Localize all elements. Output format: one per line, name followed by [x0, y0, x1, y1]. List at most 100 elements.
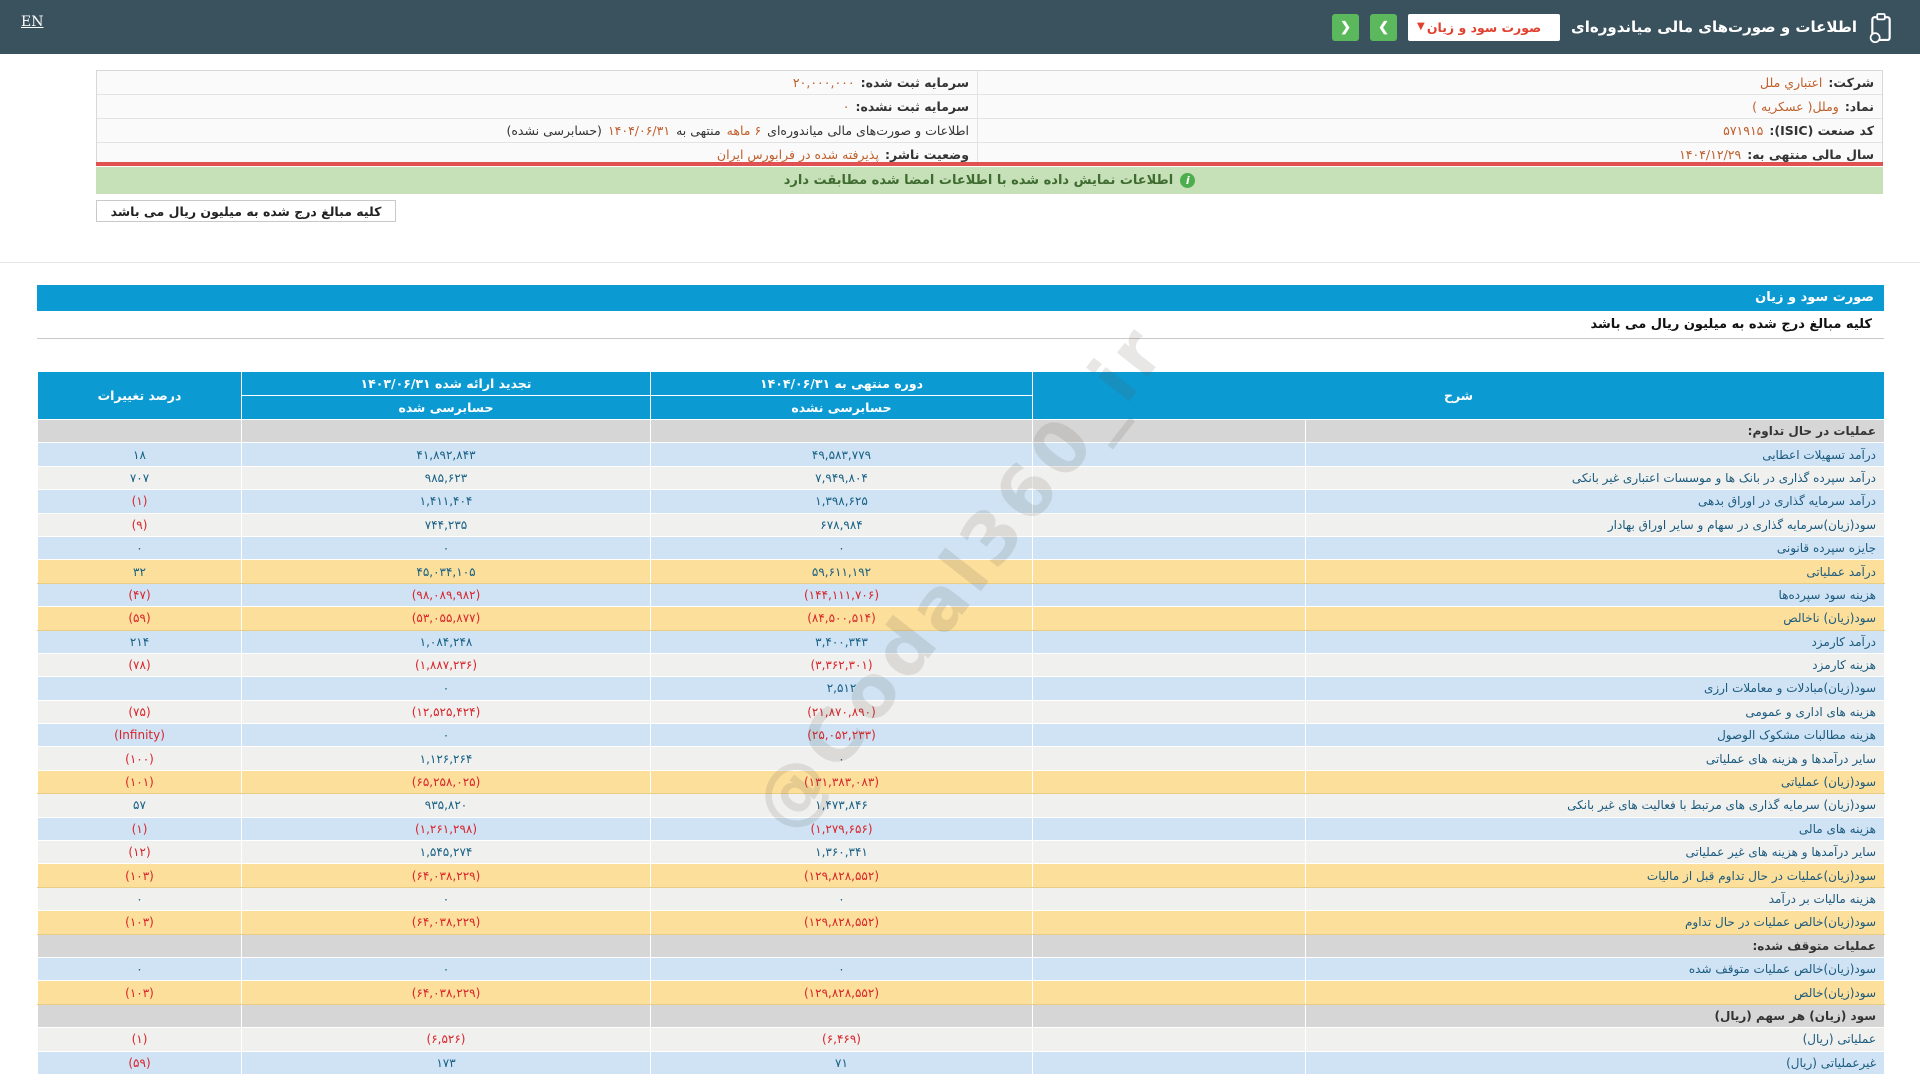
current-period-value-cell: ۱,۳۹۸,۶۲۵: [650, 489, 1033, 514]
current-period-value-cell: (۱,۲۷۹,۶۵۶): [650, 816, 1033, 842]
current-period-value-cell: (۱۲۹,۸۲۸,۵۵۲): [650, 910, 1033, 935]
change-percent-value-cell: ۰: [37, 886, 242, 912]
column-header-restated: تجدید ارائه شده ۱۴۰۳/۰۶/۳۱: [241, 371, 651, 396]
table-row: هزینه مطالبات مشکوک الوصول (۲۵,۰۵۲,۲۳۳) ۰(…: [37, 723, 1886, 748]
info-row-isic: کد صنعت (ISIC): ۵۷۱۹۱۵ اطلاعات و صورت‌ها…: [97, 119, 1882, 143]
restated-value-cell: ۰: [241, 676, 651, 701]
report-period-date: ۱۴۰۴/۰۶/۳۱: [607, 123, 671, 138]
table-row: هزینه های اداری و عمومی (۲۱,۸۷۰,۸۹۰) (۱۲,۵…: [37, 699, 1886, 725]
spacer-cell: [1031, 559, 1307, 584]
registered-capital-label: سرمایه ثبت شده:: [860, 75, 969, 90]
symbol-cell: نماد: وملل( عسکریه ): [977, 95, 1882, 118]
report-period-cell: اطلاعات و صورت‌های مالی میاندوره‌ای ۶ ما…: [97, 119, 977, 142]
table-row: درآمد سرمایه گذاری در اوراق بدهی ۱,۳۹۸,۶۲…: [37, 489, 1886, 514]
restated-value-cell: ۰: [241, 535, 651, 561]
restated-value-cell: ۷۴۴,۲۳۵: [241, 512, 651, 537]
table-row: سود(زیان)مبادلات و معاملات ارزی ۲,۵۱۲ ۰: [37, 676, 1886, 701]
restated-value-cell: ۴۵,۰۳۴,۱۰۵: [241, 559, 651, 584]
section-row: عملیات در حال تداوم:: [37, 418, 1886, 444]
spacer-cell: [1031, 676, 1307, 701]
company-name-cell: شرکت: اعتباري ملل: [977, 71, 1882, 94]
isic-cell: کد صنعت (ISIC): ۵۷۱۹۱۵: [977, 119, 1882, 142]
row-label: درآمد سپرده گذاری در بانک ها و موسسات اع…: [1305, 465, 1886, 491]
table-row: سایر درآمدها و هزینه های عملیاتی ۰ ۱,۱۲۶,۲…: [37, 746, 1886, 771]
table-header: شرح دوره منتهی به ۱۴۰۴/۰۶/۳۱ تجدید ارائه…: [37, 371, 1886, 420]
restated-value-cell: ۱۷۳: [241, 1050, 651, 1075]
current-period-value-cell: ۰: [650, 746, 1033, 771]
current-period-value-cell: (۸۴,۵۰۰,۵۱۴): [650, 606, 1033, 631]
current-period-value-cell: (۱۳۱,۳۸۳,۰۸۳): [650, 769, 1033, 795]
change-percent-value-cell: ۷۰۷: [37, 465, 242, 491]
spacer-cell: [1031, 793, 1307, 818]
row-label: هزینه کارمزد: [1305, 652, 1886, 678]
row-label: هزینه مطالبات مشکوک الوصول: [1305, 723, 1886, 748]
spacer-cell: [1031, 746, 1307, 771]
language-toggle-en[interactable]: EN: [21, 14, 43, 30]
restated-value-cell: ۱,۰۸۴,۲۴۸: [241, 629, 651, 654]
change-percent-value-cell: ۰: [37, 956, 242, 982]
table-row: جایزه سپرده قانونی ۰ ۰ ۰: [37, 535, 1886, 561]
section-empty-cell: [241, 418, 651, 444]
section-empty-cell: [650, 1003, 1033, 1029]
change-percent-value-cell: (Infinity): [37, 723, 242, 748]
row-label: درآمد کارمزد: [1305, 629, 1886, 654]
restated-value-cell: (۶۵,۲۵۸,۰۲۵): [241, 769, 651, 795]
row-label: هزینه های مالی: [1305, 816, 1886, 842]
spacer-cell: [1031, 1027, 1307, 1052]
table-row: سود(زیان) سرمایه گذاری های مرتبط با فعال…: [37, 793, 1886, 818]
current-period-value-cell: (۶,۴۶۹): [650, 1027, 1033, 1052]
section-row: عملیات متوقف شده:: [37, 933, 1886, 958]
statement-type-select[interactable]: صورت سود و زیان ▼: [1408, 13, 1561, 41]
spacer-cell: [1031, 863, 1307, 888]
report-period-audit-status: (حسابرسی نشده): [506, 123, 602, 138]
table-row: سود(زیان)خالص عملیات در حال تداوم (۱۲۹,۸۲…: [37, 910, 1886, 935]
row-label: درآمد سرمایه گذاری در اوراق بدهی: [1305, 489, 1886, 514]
current-period-value-cell: (۱۲۹,۸۲۸,۵۵۲): [650, 980, 1033, 1005]
table-row: سود(زیان)سرمایه گذاری در سهام و سایر اور…: [37, 512, 1886, 537]
table-row: درآمد کارمزد ۳,۴۰۰,۳۴۳ ۱,۰۸۴,۲۴۸ ۲۱۴: [37, 629, 1886, 654]
spacer-cell: [1031, 699, 1307, 725]
income-statement-table: شرح دوره منتهی به ۱۴۰۴/۰۶/۳۱ تجدید ارائه…: [37, 371, 1886, 1075]
company-value: اعتباري ملل: [1760, 75, 1823, 90]
company-label: شرکت:: [1828, 75, 1874, 90]
change-percent-value-cell: (۱۰۱): [37, 769, 242, 795]
current-period-value-cell: ۳,۴۰۰,۳۴۳: [650, 629, 1033, 654]
spacer-cell: [1031, 816, 1307, 842]
current-period-value-cell: ۶۷۸,۹۸۴: [650, 512, 1033, 537]
change-percent-value-cell: (۵۹): [37, 1050, 242, 1075]
red-divider: [96, 162, 1883, 166]
row-label: درآمد عملیاتی: [1305, 559, 1886, 584]
spacer-cell: [1031, 535, 1307, 561]
restated-value-cell: ۹۸۵,۶۲۳: [241, 465, 651, 491]
section-empty-cell: [1031, 933, 1307, 958]
row-label: سود(زیان)سرمایه گذاری در سهام و سایر اور…: [1305, 512, 1886, 537]
units-note-box: کلیه مبالغ درج شده به میلیون ریال می باش…: [96, 200, 396, 222]
row-label: سود(زیان)خالص عملیات در حال تداوم: [1305, 910, 1886, 935]
current-period-value-cell: ۵۹,۶۱۱,۱۹۲: [650, 559, 1033, 584]
spacer-cell: [1031, 442, 1307, 467]
section-label: سود (زیان) هر سهم (ریال): [1305, 1003, 1886, 1029]
section-empty-cell: [650, 933, 1033, 958]
table-row: سود(زیان)خالص عملیات متوقف شده ۰ ۰ ۰: [37, 956, 1886, 982]
column-header-change-percent: درصد تغییرات: [37, 371, 242, 420]
change-percent-value-cell: ۱۸: [37, 442, 242, 467]
change-percent-value-cell: (۷۸): [37, 652, 242, 678]
spacer-cell: [1031, 489, 1307, 514]
row-label: هزینه مالیات بر درآمد: [1305, 886, 1886, 912]
restated-value-cell: ۱,۱۲۶,۲۶۴: [241, 746, 651, 771]
section-label: عملیات در حال تداوم:: [1305, 418, 1886, 444]
section-empty-cell: [241, 933, 651, 958]
restated-value-cell: (۹۸,۰۸۹,۹۸۲): [241, 582, 651, 608]
spacer-cell: [1031, 886, 1307, 912]
current-period-value-cell: ۲,۵۱۲: [650, 676, 1033, 701]
current-period-value-cell: ۰: [650, 886, 1033, 912]
change-percent-value-cell: ۰: [37, 535, 242, 561]
unregistered-capital-value: ۰: [842, 99, 850, 114]
spacer-cell: [1031, 910, 1307, 935]
unregistered-capital-label: سرمایه ثبت نشده:: [855, 99, 969, 114]
restated-value-cell: (۱۲,۵۲۵,۴۲۴): [241, 699, 651, 725]
spacer-cell: [1031, 606, 1307, 631]
next-statement-button[interactable]: ❯: [1370, 13, 1398, 41]
previous-statement-button[interactable]: ❮: [1332, 13, 1360, 41]
column-subheader-audited: حسابرسی شده: [241, 395, 651, 420]
